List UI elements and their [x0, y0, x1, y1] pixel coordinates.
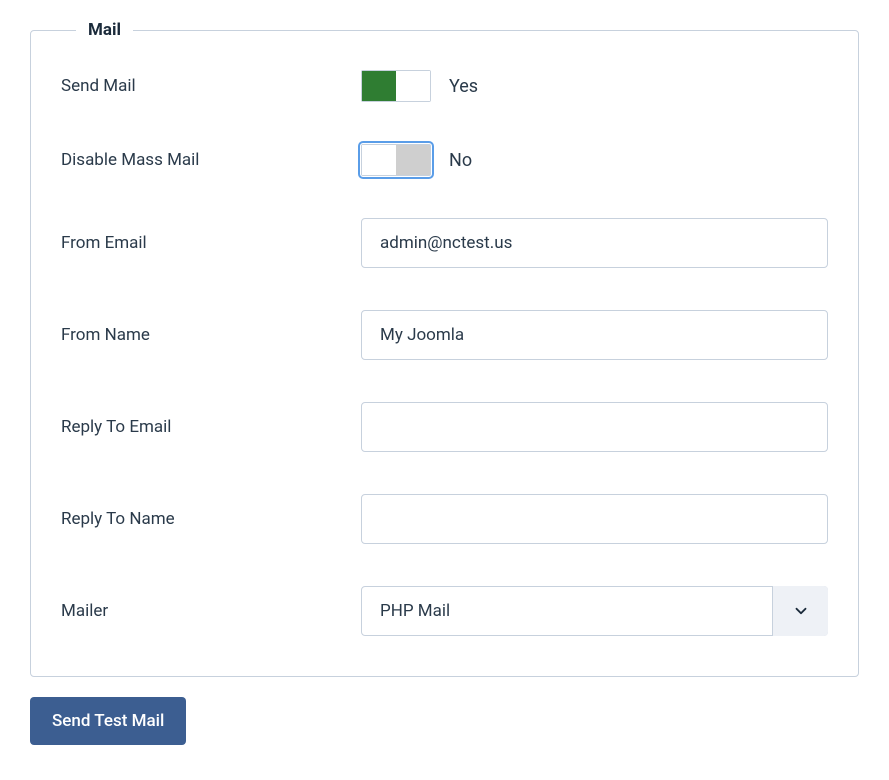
- reply-to-name-input[interactable]: [361, 494, 828, 544]
- reply-to-email-input[interactable]: [361, 402, 828, 452]
- from-name-input[interactable]: [361, 310, 828, 360]
- send-mail-row: Send Mail Yes: [61, 70, 828, 102]
- disable-mass-mail-row: Disable Mass Mail No: [61, 144, 828, 176]
- send-mail-state-text: Yes: [449, 76, 478, 97]
- reply-to-email-row: Reply To Email: [61, 402, 828, 452]
- send-test-mail-button[interactable]: Send Test Mail: [30, 697, 186, 745]
- reply-to-email-label: Reply To Email: [61, 417, 361, 437]
- disable-mass-mail-state-text: No: [449, 150, 472, 171]
- from-name-label: From Name: [61, 325, 361, 345]
- from-email-label: From Email: [61, 233, 361, 253]
- disable-mass-mail-toggle[interactable]: [361, 144, 431, 176]
- from-name-row: From Name: [61, 310, 828, 360]
- mailer-label: Mailer: [61, 601, 361, 621]
- reply-to-name-label: Reply To Name: [61, 509, 361, 529]
- mailer-row: Mailer PHP Mail: [61, 586, 828, 636]
- mail-legend: Mail: [76, 20, 133, 40]
- reply-to-name-row: Reply To Name: [61, 494, 828, 544]
- send-mail-label: Send Mail: [61, 76, 361, 96]
- send-mail-toggle[interactable]: [361, 70, 431, 102]
- mailer-select[interactable]: PHP Mail: [361, 586, 828, 636]
- mail-fieldset: Mail Send Mail Yes Disable Mass Mail No …: [30, 20, 859, 677]
- from-email-input[interactable]: [361, 218, 828, 268]
- from-email-row: From Email: [61, 218, 828, 268]
- disable-mass-mail-label: Disable Mass Mail: [61, 150, 361, 170]
